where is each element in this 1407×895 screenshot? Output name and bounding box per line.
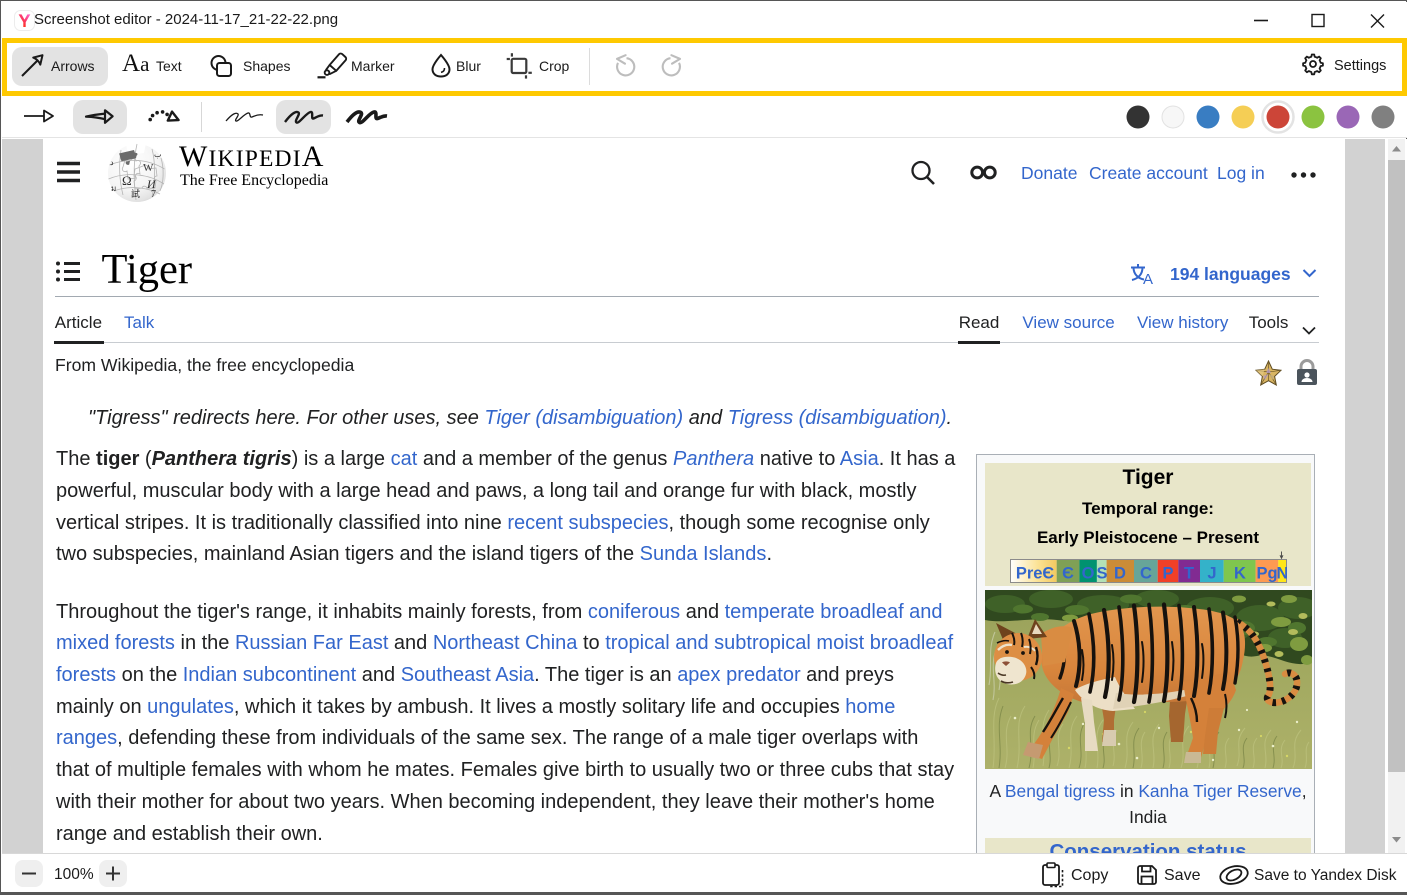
svg-text:N: N <box>1277 565 1287 583</box>
svg-text:試: 試 <box>131 188 140 199</box>
svg-text:Pg: Pg <box>1256 565 1277 583</box>
svg-text:Ω: Ω <box>122 173 132 188</box>
svg-text:P: P <box>1162 565 1173 583</box>
svg-text:د: د <box>110 158 114 167</box>
svg-text:D: D <box>1114 565 1126 583</box>
svg-text:O: O <box>1082 565 1095 583</box>
svg-text:Є: Є <box>1062 565 1074 583</box>
svg-text:7: 7 <box>151 189 156 200</box>
svg-text:J: J <box>1207 565 1216 583</box>
svg-text:K: K <box>1234 565 1246 583</box>
svg-text:A: A <box>1143 271 1153 285</box>
svg-text:W: W <box>143 162 154 174</box>
svg-text:ม: ม <box>111 184 116 193</box>
svg-text:T: T <box>1184 565 1194 583</box>
svg-text:ب: ب <box>154 150 162 159</box>
svg-text:PreЄ: PreЄ <box>1016 565 1055 583</box>
svg-text:C: C <box>1140 565 1152 583</box>
svg-text:S: S <box>1096 565 1107 583</box>
